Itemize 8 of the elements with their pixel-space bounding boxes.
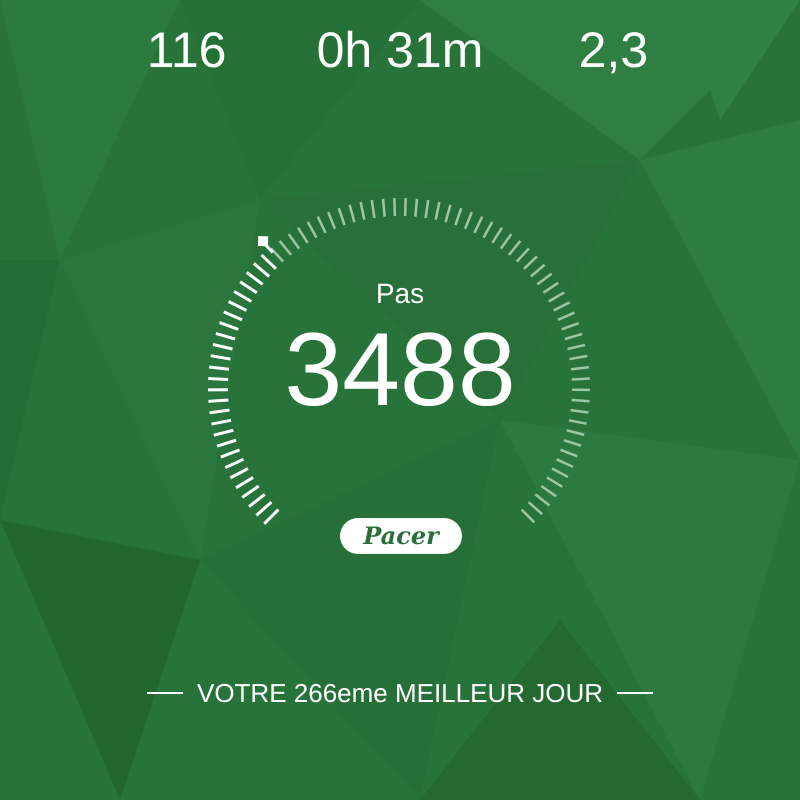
steps-value: 3488	[284, 314, 516, 426]
gauge-marker	[258, 236, 274, 254]
stat-value: 0h 31m	[316, 22, 484, 78]
stat-value: 2,3	[578, 22, 650, 78]
steps-label: Pas	[376, 278, 424, 310]
pacer-logo: Pacer	[340, 518, 462, 554]
stat-value: 116	[146, 22, 228, 78]
best-day-text: VOTRE 266eme MEILLEUR JOUR	[196, 678, 603, 708]
